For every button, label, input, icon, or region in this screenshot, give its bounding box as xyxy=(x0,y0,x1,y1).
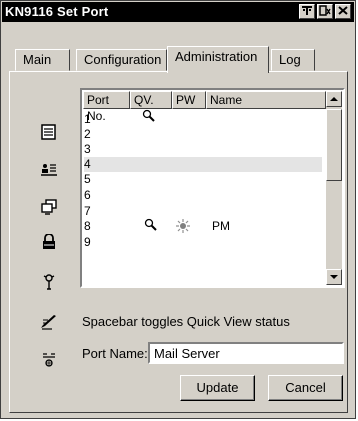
header-qv[interactable]: QV. xyxy=(130,91,172,109)
id-card-icon[interactable] xyxy=(40,161,58,177)
table-row[interactable]: 8 PM xyxy=(84,218,322,236)
table-row[interactable]: 7 xyxy=(84,204,322,219)
vertical-scrollbar[interactable] xyxy=(326,91,342,285)
port-number: 2 xyxy=(84,127,91,141)
help-icon[interactable] xyxy=(299,4,315,19)
title-bar: KN9116 Set Port xyxy=(2,2,354,22)
screens-icon[interactable] xyxy=(40,199,58,215)
port-name-icon[interactable] xyxy=(40,351,58,367)
lock-icon[interactable] xyxy=(40,233,58,250)
header-pw[interactable]: PW xyxy=(172,91,206,109)
header-qv-label: QV. xyxy=(134,93,154,107)
table-row[interactable]: 1 xyxy=(84,109,322,127)
table-row[interactable]: 9 xyxy=(84,235,322,250)
window-title: KN9116 Set Port xyxy=(5,4,109,19)
quick-view-magnifier-icon[interactable] xyxy=(144,218,158,236)
quick-view-magnifier-icon[interactable] xyxy=(142,109,156,127)
arrow-down-icon xyxy=(330,275,338,279)
port-number: 3 xyxy=(84,142,91,156)
table-row[interactable]: 2 xyxy=(84,127,322,142)
port-number: 1 xyxy=(84,112,91,126)
port-list[interactable]: Port No. QV. PW Name 1 2 3 4 5 6 7 8 PM … xyxy=(80,88,345,288)
port-number: 6 xyxy=(84,188,91,202)
user-icon[interactable] xyxy=(40,273,58,290)
close-icon[interactable] xyxy=(335,4,351,19)
port-name-label: Port Name: xyxy=(82,346,148,361)
quick-view-hint: Spacebar toggles Quick View status xyxy=(82,314,290,329)
tab-administration[interactable]: Administration xyxy=(167,46,269,73)
scroll-up-button[interactable] xyxy=(326,91,342,107)
table-row[interactable]: 4 xyxy=(84,157,322,172)
table-row[interactable]: 6 xyxy=(84,188,322,203)
port-number: 8 xyxy=(84,219,91,233)
scroll-thumb[interactable] xyxy=(326,109,342,181)
header-port-no[interactable]: Port No. xyxy=(83,91,130,123)
table-row[interactable]: 3 xyxy=(84,142,322,157)
maximize-icon[interactable] xyxy=(317,4,333,19)
arrow-up-icon xyxy=(330,97,338,101)
tab-configuration[interactable]: Configuration xyxy=(76,49,167,71)
tab-administration-label: Administration xyxy=(175,49,258,64)
tab-main-label: Main xyxy=(23,52,52,67)
cancel-button[interactable]: Cancel xyxy=(268,375,343,401)
header-name[interactable]: Name xyxy=(206,91,326,109)
update-button[interactable]: Update xyxy=(180,375,255,401)
tab-log[interactable]: Log xyxy=(271,49,315,71)
tab-configuration-label: Configuration xyxy=(84,52,162,67)
port-name-cell: PM xyxy=(212,219,230,233)
port-number: 4 xyxy=(84,157,91,171)
scroll-down-button[interactable] xyxy=(326,269,342,285)
set-port-window: KN9116 Set Port Main Configuration Admin… xyxy=(0,0,356,419)
port-name-input[interactable] xyxy=(148,342,344,364)
tab-log-label: Log xyxy=(279,52,301,67)
header-name-label: Name xyxy=(210,93,243,107)
port-number: 5 xyxy=(84,172,91,186)
header-pw-label: PW xyxy=(176,93,196,107)
table-row[interactable]: 5 xyxy=(84,172,322,187)
port-number: 7 xyxy=(84,204,91,218)
tab-main[interactable]: Main xyxy=(15,49,70,71)
document-icon[interactable] xyxy=(40,124,58,140)
quick-view-edit-icon[interactable] xyxy=(40,314,58,330)
port-number: 9 xyxy=(84,235,91,249)
